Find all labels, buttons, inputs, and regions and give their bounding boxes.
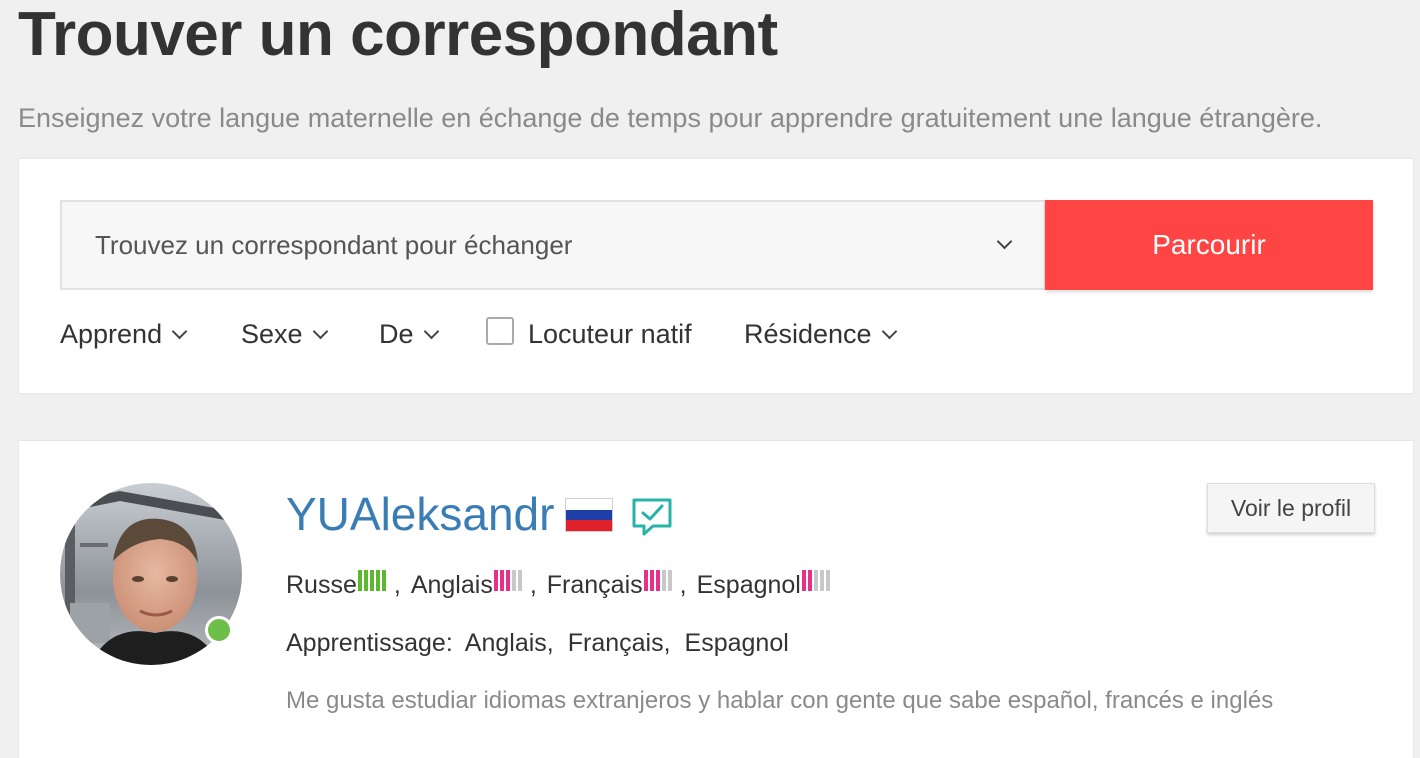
language-name: Français: [546, 571, 643, 599]
partner-search-select[interactable]: Trouvez un correspondant pour échanger: [60, 200, 1046, 290]
chat-check-icon[interactable]: [631, 497, 673, 537]
level-bars-icon: [357, 565, 388, 601]
filter-residence-dropdown[interactable]: Résidence: [744, 309, 897, 359]
filter-bar: Apprend Sexe De Locuteur natif Résidence: [60, 309, 1360, 359]
language-separator: ,: [393, 571, 401, 599]
level-bar: [517, 570, 522, 592]
chevron-down-icon: [423, 323, 439, 340]
level-bars-icon: [493, 565, 524, 601]
level-bar: [493, 570, 498, 592]
username-link[interactable]: YUAleksandr: [286, 485, 554, 543]
level-bars-icon: [801, 565, 832, 601]
view-profile-button[interactable]: Voir le profil: [1207, 483, 1375, 533]
language-separator: ,: [529, 571, 537, 599]
level-bar: [667, 570, 672, 592]
profile-bio: Me gusta estudiar idiomas extranjeros y …: [286, 687, 1274, 714]
level-bar: [363, 570, 368, 592]
level-bar: [511, 570, 516, 592]
language-item: Français: [547, 567, 674, 604]
level-bar: [825, 570, 830, 592]
level-bar: [357, 570, 362, 592]
profile-card: YUAleksandr Voir le profil Russe , Angla…: [18, 440, 1414, 758]
page-title: Trouver un correspondant: [18, 0, 778, 69]
level-bar: [505, 570, 510, 592]
online-status-indicator: [205, 616, 233, 644]
level-bar: [655, 570, 660, 592]
level-bars-icon: [643, 565, 674, 601]
learning-language: Espagnol: [684, 629, 789, 657]
level-bar: [661, 570, 666, 592]
language-name: Russe: [286, 571, 357, 599]
native-speaker-toggle[interactable]: Locuteur natif: [486, 309, 692, 359]
level-bar: [375, 570, 380, 592]
page-subtitle: Enseignez votre langue maternelle en éch…: [18, 103, 1323, 133]
native-speaker-checkbox[interactable]: [486, 316, 514, 345]
filter-from-dropdown[interactable]: De: [379, 309, 439, 359]
level-bar: [807, 570, 812, 592]
chevron-down-icon: [171, 323, 188, 340]
filter-sex-label: Sexe: [241, 319, 303, 349]
search-panel: Trouvez un correspondant pour échanger P…: [18, 158, 1414, 394]
chevron-down-icon: [996, 233, 1013, 250]
language-name: Espagnol: [696, 571, 801, 599]
learning-label: Apprentissage:: [286, 629, 453, 657]
language-name: Anglais: [410, 571, 493, 599]
learning-language: Anglais,: [464, 629, 554, 657]
spoken-languages: Russe , Anglais , Français , Espagnol: [286, 567, 832, 604]
language-item: Russe: [286, 567, 388, 604]
search-select-value: Trouvez un correspondant pour échanger: [95, 230, 573, 260]
level-bar: [801, 570, 806, 592]
learning-language: Français,: [567, 629, 671, 657]
native-speaker-label: Locuteur natif: [528, 319, 692, 349]
filter-sex-dropdown[interactable]: Sexe: [241, 309, 328, 359]
level-bar: [499, 570, 504, 592]
browse-button[interactable]: Parcourir: [1045, 200, 1373, 290]
language-separator: ,: [679, 571, 687, 599]
russia-flag-icon: [565, 498, 613, 532]
level-bar: [643, 570, 648, 592]
level-bar: [819, 570, 824, 592]
level-bar: [369, 570, 374, 592]
chevron-down-icon: [881, 323, 897, 340]
language-item: Anglais: [411, 567, 524, 604]
filter-residence-label: Résidence: [744, 319, 872, 349]
learning-languages: Apprentissage: Anglais, Français, Espagnol: [286, 625, 803, 661]
level-bar: [381, 570, 386, 592]
language-item: Espagnol: [697, 567, 832, 604]
filter-from-label: De: [379, 319, 414, 349]
level-bar: [813, 570, 818, 592]
filter-learns-dropdown[interactable]: Apprend: [60, 309, 188, 359]
level-bar: [649, 570, 654, 592]
page: Trouver un correspondant Enseignez votre…: [0, 0, 1420, 758]
chevron-down-icon: [312, 323, 328, 340]
filter-learns-label: Apprend: [60, 319, 163, 349]
